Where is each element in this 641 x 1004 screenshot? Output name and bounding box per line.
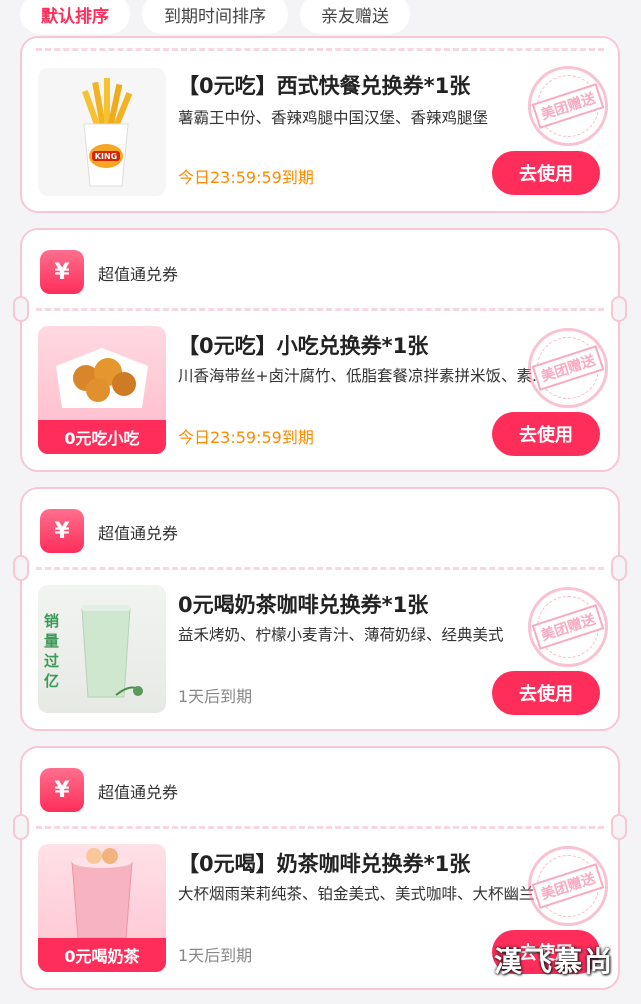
svg-text:KING: KING <box>95 152 117 161</box>
coupon-card: ¥ 超值通兑券 0元吃小吃 【0元吃】小吃兑换券*1张 川香海带丝+卤汁腐竹、低… <box>13 228 627 472</box>
coupon-type-label: 超值通兑券 <box>98 524 179 543</box>
gift-stamp: 美团赠送 <box>528 328 608 408</box>
tab-friend-gift[interactable]: 亲友赠送 <box>300 0 410 34</box>
coupon-type-label: 超值通兑券 <box>98 265 179 284</box>
thumbnail-label: 0元吃小吃 <box>38 420 166 454</box>
card-divider <box>36 567 604 570</box>
watermark: 漢飞慕尚 <box>494 945 615 978</box>
sort-tabs: 默认排序 到期时间排序 亲友赠送 <box>0 0 641 40</box>
sales-slogan: 销量过亿 <box>44 612 60 690</box>
tab-default-sort[interactable]: 默认排序 <box>20 0 130 34</box>
yen-ticket-icon: ¥ <box>40 250 84 294</box>
yen-ticket-icon: ¥ <box>40 768 84 812</box>
coupon-thumbnail: 0元吃小吃 <box>38 326 166 454</box>
coupon-card: KING 【0元吃】西式快餐兑换券*1张 薯霸王中份、香辣鸡腿中国汉堡、香辣鸡腿… <box>20 36 620 213</box>
coupon-expiry: 今日23:59:59到期 <box>178 428 314 447</box>
coupon-expiry: 今日23:59:59到期 <box>178 168 314 187</box>
coupon-title: 【0元吃】西式快餐兑换券*1张 <box>178 74 471 98</box>
gift-stamp: 美团赠送 <box>528 587 608 667</box>
use-coupon-button[interactable]: 去使用 <box>492 151 600 195</box>
use-coupon-button[interactable]: 去使用 <box>492 671 600 715</box>
fried-chicken-image <box>56 348 148 408</box>
coupon-title: 【0元吃】小吃兑换券*1张 <box>178 334 429 358</box>
thumbnail-label: 0元喝奶茶 <box>38 938 166 972</box>
card-divider <box>36 826 604 829</box>
coupon-thumbnail: 0元喝奶茶 <box>38 844 166 972</box>
use-coupon-button[interactable]: 去使用 <box>492 412 600 456</box>
coupon-card: ¥ 超值通兑券 销量过亿 0元喝奶茶咖啡兑换券*1张 益禾烤奶、柠檬小麦青汁、薄… <box>13 487 627 731</box>
coupon-expiry: 1天后到期 <box>178 687 253 706</box>
coupon-thumbnail: 销量过亿 <box>38 585 166 713</box>
gift-stamp: 美团赠送 <box>528 846 608 926</box>
coupon-title: 0元喝奶茶咖啡兑换券*1张 <box>178 593 429 617</box>
burger-king-fries-image: KING <box>82 78 133 187</box>
coupon-type-label: 超值通兑券 <box>98 783 179 802</box>
coupon-expiry: 1天后到期 <box>178 946 253 965</box>
tab-expiry-sort[interactable]: 到期时间排序 <box>142 0 288 34</box>
card-divider <box>36 308 604 311</box>
yen-ticket-icon: ¥ <box>40 509 84 553</box>
coupon-title: 【0元喝】奶茶咖啡兑换券*1张 <box>178 852 471 876</box>
gift-stamp: 美团赠送 <box>528 66 608 146</box>
card-divider <box>36 48 604 51</box>
peach-milk-tea-image <box>71 848 133 939</box>
coupon-thumbnail: KING <box>38 68 166 196</box>
